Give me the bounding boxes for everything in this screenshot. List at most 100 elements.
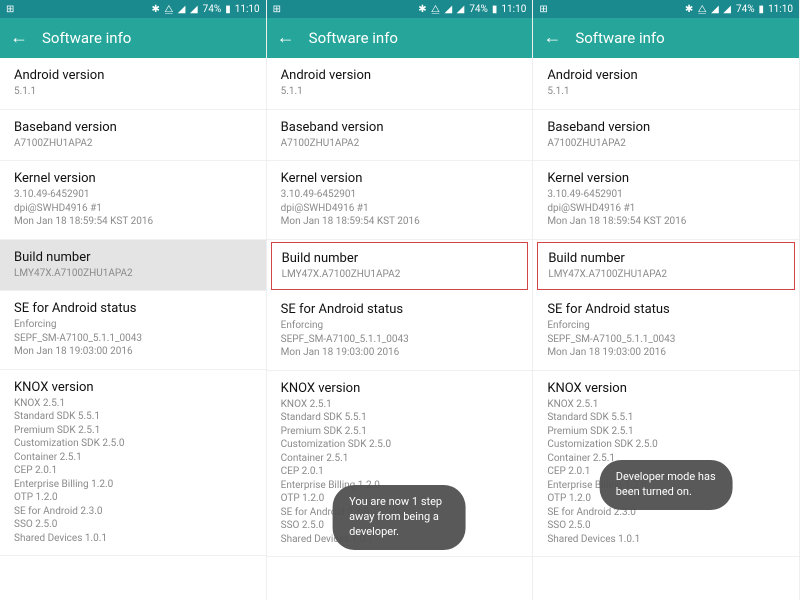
row-value: dpi@SWHD4916 #1 <box>14 202 252 216</box>
page-title: Software info <box>42 29 131 47</box>
back-icon[interactable]: ← <box>277 29 295 47</box>
row-value: Customization SDK 2.5.0 <box>14 437 252 451</box>
row-label: SE for Android status <box>281 302 519 317</box>
row-value: Mon Jan 18 19:03:00 2016 <box>281 346 519 360</box>
row-value: 3.10.49-6452901 <box>281 188 519 202</box>
row-android-version[interactable]: Android version 5.1.1 <box>533 58 799 110</box>
row-value: A7100ZHU1APA2 <box>14 137 252 151</box>
status-notification-icon: ⊞ <box>6 4 14 15</box>
row-label: Android version <box>281 68 519 83</box>
row-value: Customization SDK 2.5.0 <box>281 438 519 452</box>
row-label: Kernel version <box>281 171 519 186</box>
status-bar: ⊞ ✱ ⧋ ◢ ◢ 74% ▮ 11:10 <box>267 0 533 18</box>
row-value: A7100ZHU1APA2 <box>281 137 519 151</box>
row-label: Build number <box>282 251 518 266</box>
row-value: Enterprise Billing 1.2.0 <box>14 478 252 492</box>
row-label: KNOX version <box>547 381 785 396</box>
row-label: Build number <box>548 251 784 266</box>
app-header: ← Software info <box>267 18 533 58</box>
row-build-number[interactable]: Build number LMY47X.A7100ZHU1APA2 <box>537 242 795 291</box>
phone-screen-2: ⊞ ✱ ⧋ ◢ ◢ 74% ▮ 11:10 ← Software info An… <box>267 0 534 600</box>
row-value: Enforcing <box>14 318 252 332</box>
row-se-android-status[interactable]: SE for Android status Enforcing SEPF_SM-… <box>267 292 533 371</box>
row-kernel-version[interactable]: Kernel version 3.10.49-6452901 dpi@SWHD4… <box>533 161 799 240</box>
row-value: LMY47X.A7100ZHU1APA2 <box>548 268 784 282</box>
row-kernel-version[interactable]: Kernel version 3.10.49-6452901 dpi@SWHD4… <box>0 161 266 240</box>
row-baseband-version[interactable]: Baseband version A7100ZHU1APA2 <box>0 110 266 162</box>
row-label: Baseband version <box>14 120 252 135</box>
page-title: Software info <box>309 29 398 47</box>
row-label: Build number <box>14 250 252 265</box>
toast-developer-on: Developer mode has been turned on. <box>600 460 733 510</box>
row-value: SE for Android 2.3.0 <box>14 505 252 519</box>
row-android-version[interactable]: Android version 5.1.1 <box>267 58 533 110</box>
status-icons: ✱ ⧋ ◢ ◢ <box>152 4 199 15</box>
row-kernel-version[interactable]: Kernel version 3.10.49-6452901 dpi@SWHD4… <box>267 161 533 240</box>
settings-list[interactable]: Android version 5.1.1 Baseband version A… <box>0 58 266 600</box>
status-notification-icon: ⊞ <box>273 4 281 15</box>
battery-text: 74% <box>203 4 222 15</box>
settings-list[interactable]: Android version 5.1.1 Baseband version A… <box>533 58 799 600</box>
back-icon[interactable]: ← <box>10 29 28 47</box>
row-value: Container 2.5.1 <box>14 451 252 465</box>
phone-screen-1: ⊞ ✱ ⧋ ◢ ◢ 74% ▮ 11:10 ← Software info An… <box>0 0 267 600</box>
row-value: Enforcing <box>547 319 785 333</box>
row-value: Premium SDK 2.5.1 <box>281 425 519 439</box>
row-value: KNOX 2.5.1 <box>547 398 785 412</box>
status-notification-icon: ⊞ <box>539 4 547 15</box>
row-value: Shared Devices 1.0.1 <box>14 532 252 546</box>
clock: 11:10 <box>501 4 526 15</box>
row-se-android-status[interactable]: SE for Android status Enforcing SEPF_SM-… <box>0 291 266 370</box>
row-value: 5.1.1 <box>547 85 785 99</box>
row-value: SEPF_SM-A7100_5.1.1_0043 <box>14 332 252 346</box>
row-value: Standard SDK 5.5.1 <box>281 411 519 425</box>
row-value: Container 2.5.1 <box>281 452 519 466</box>
page-title: Software info <box>575 29 664 47</box>
row-value: KNOX 2.5.1 <box>14 397 252 411</box>
row-value: Mon Jan 18 19:03:00 2016 <box>547 346 785 360</box>
row-value: dpi@SWHD4916 #1 <box>547 202 785 216</box>
row-knox-version[interactable]: KNOX version KNOX 2.5.1 Standard SDK 5.5… <box>0 370 266 557</box>
row-build-number[interactable]: Build number LMY47X.A7100ZHU1APA2 <box>271 242 529 291</box>
clock: 11:10 <box>235 4 260 15</box>
row-value: Mon Jan 18 18:59:54 KST 2016 <box>547 215 785 229</box>
battery-text: 74% <box>469 4 488 15</box>
row-value: Mon Jan 18 19:03:00 2016 <box>14 345 252 359</box>
app-header: ← Software info <box>0 18 266 58</box>
row-baseband-version[interactable]: Baseband version A7100ZHU1APA2 <box>267 110 533 162</box>
row-value: Customization SDK 2.5.0 <box>547 438 785 452</box>
status-bar: ⊞ ✱ ⧋ ◢ ◢ 74% ▮ 11:10 <box>0 0 266 18</box>
row-value: LMY47X.A7100ZHU1APA2 <box>282 268 518 282</box>
toast-developer-steps: You are now 1 step away from being a dev… <box>333 485 466 550</box>
battery-text: 74% <box>736 4 755 15</box>
status-bar: ⊞ ✱ ⧋ ◢ ◢ 74% ▮ 11:10 <box>533 0 799 18</box>
row-label: KNOX version <box>281 381 519 396</box>
row-value: CEP 2.0.1 <box>14 464 252 478</box>
status-icons: ✱ ⧋ ◢ ◢ <box>685 4 732 15</box>
status-icons: ✱ ⧋ ◢ ◢ <box>418 4 465 15</box>
row-label: Baseband version <box>281 120 519 135</box>
row-se-android-status[interactable]: SE for Android status Enforcing SEPF_SM-… <box>533 292 799 371</box>
row-value: SSO 2.5.0 <box>14 518 252 532</box>
row-baseband-version[interactable]: Baseband version A7100ZHU1APA2 <box>533 110 799 162</box>
row-value: SEPF_SM-A7100_5.1.1_0043 <box>281 333 519 347</box>
app-header: ← Software info <box>533 18 799 58</box>
row-value: Standard SDK 5.5.1 <box>14 410 252 424</box>
row-value: KNOX 2.5.1 <box>281 398 519 412</box>
row-label: Kernel version <box>547 171 785 186</box>
row-label: SE for Android status <box>14 301 252 316</box>
row-value: SSO 2.5.0 <box>547 519 785 533</box>
row-value: 3.10.49-6452901 <box>14 188 252 202</box>
back-icon[interactable]: ← <box>543 29 561 47</box>
row-value: A7100ZHU1APA2 <box>547 137 785 151</box>
row-build-number[interactable]: Build number LMY47X.A7100ZHU1APA2 <box>0 240 266 292</box>
row-value: Enforcing <box>281 319 519 333</box>
row-label: KNOX version <box>14 380 252 395</box>
row-value: 5.1.1 <box>14 85 252 99</box>
row-android-version[interactable]: Android version 5.1.1 <box>0 58 266 110</box>
row-label: Baseband version <box>547 120 785 135</box>
row-value: 5.1.1 <box>281 85 519 99</box>
row-value: Mon Jan 18 18:59:54 KST 2016 <box>14 215 252 229</box>
row-label: Kernel version <box>14 171 252 186</box>
row-value: dpi@SWHD4916 #1 <box>281 202 519 216</box>
